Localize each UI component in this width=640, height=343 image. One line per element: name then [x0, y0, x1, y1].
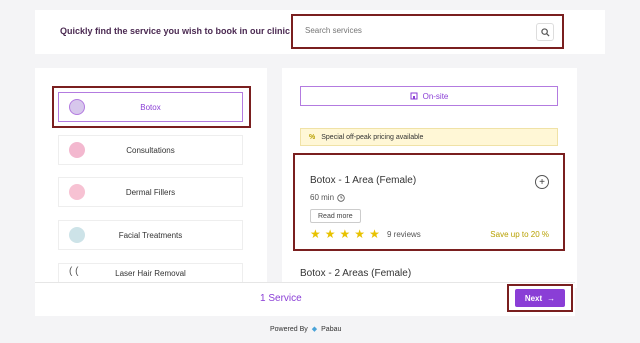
header-tagline: Quickly find the service you wish to boo…: [60, 26, 291, 36]
savings-label: Save up to 20 %: [490, 230, 549, 239]
category-item-facial-treatments[interactable]: Facial Treatments: [58, 220, 243, 250]
building-icon: [410, 92, 418, 100]
star-icon: ★: [310, 227, 321, 241]
category-label: Facial Treatments: [118, 230, 183, 240]
next-label: Next: [524, 293, 543, 303]
star-icon: ★: [324, 227, 336, 241]
star-icon: ★: [369, 227, 380, 241]
clock-icon: [337, 193, 345, 202]
facial-icon: [69, 227, 85, 243]
powered-by: Powered By ◆ Pabau: [270, 325, 342, 334]
review-count[interactable]: 9 reviews: [387, 230, 421, 239]
category-item-dermal-fillers[interactable]: Dermal Fillers: [58, 177, 243, 207]
laser-icon: ( (: [69, 266, 79, 277]
filler-icon: [69, 184, 85, 200]
offpeak-banner: % Special off-peak pricing available: [300, 128, 558, 146]
footer-bar: [35, 282, 575, 316]
offpeak-label: Special off-peak pricing available: [321, 133, 424, 141]
selected-count: 1 Service: [260, 293, 302, 304]
star-icon: ★: [354, 227, 366, 241]
arrow-right-icon: →: [547, 293, 556, 303]
selected-category-frame: [52, 86, 251, 128]
percent-icon: %: [309, 133, 316, 141]
category-label: Laser Hair Removal: [115, 268, 186, 278]
brand-name: Pabau: [321, 325, 342, 333]
star-icon: ★: [339, 227, 351, 241]
search-icon[interactable]: [536, 23, 554, 41]
category-item-consultations[interactable]: Consultations: [58, 135, 243, 165]
duration-text: 60 min: [310, 193, 335, 202]
rating-stars: ★ ★ ★ ★ ★: [310, 227, 380, 241]
consultation-icon: [69, 142, 85, 158]
service-name: Botox - 1 Area (Female): [310, 175, 417, 186]
next-button[interactable]: Next →: [515, 289, 565, 307]
service-card[interactable]: Botox - 1 Area (Female) + 60 min Read mo…: [293, 153, 565, 251]
onsite-label: On-site: [422, 91, 449, 101]
powered-by-label: Powered By: [270, 325, 308, 333]
search-box[interactable]: [291, 14, 564, 49]
pabau-logo-icon: ◆: [311, 326, 318, 333]
read-more-button[interactable]: Read more: [310, 209, 361, 223]
category-item-laser-hair-removal[interactable]: ( ( Laser Hair Removal: [58, 263, 243, 283]
category-label: Dermal Fillers: [125, 187, 176, 197]
search-input[interactable]: [305, 26, 525, 35]
onsite-toggle[interactable]: On-site: [300, 86, 558, 106]
add-service-button[interactable]: +: [535, 175, 549, 189]
category-label: Consultations: [126, 145, 175, 155]
service-duration: 60 min: [310, 193, 345, 202]
